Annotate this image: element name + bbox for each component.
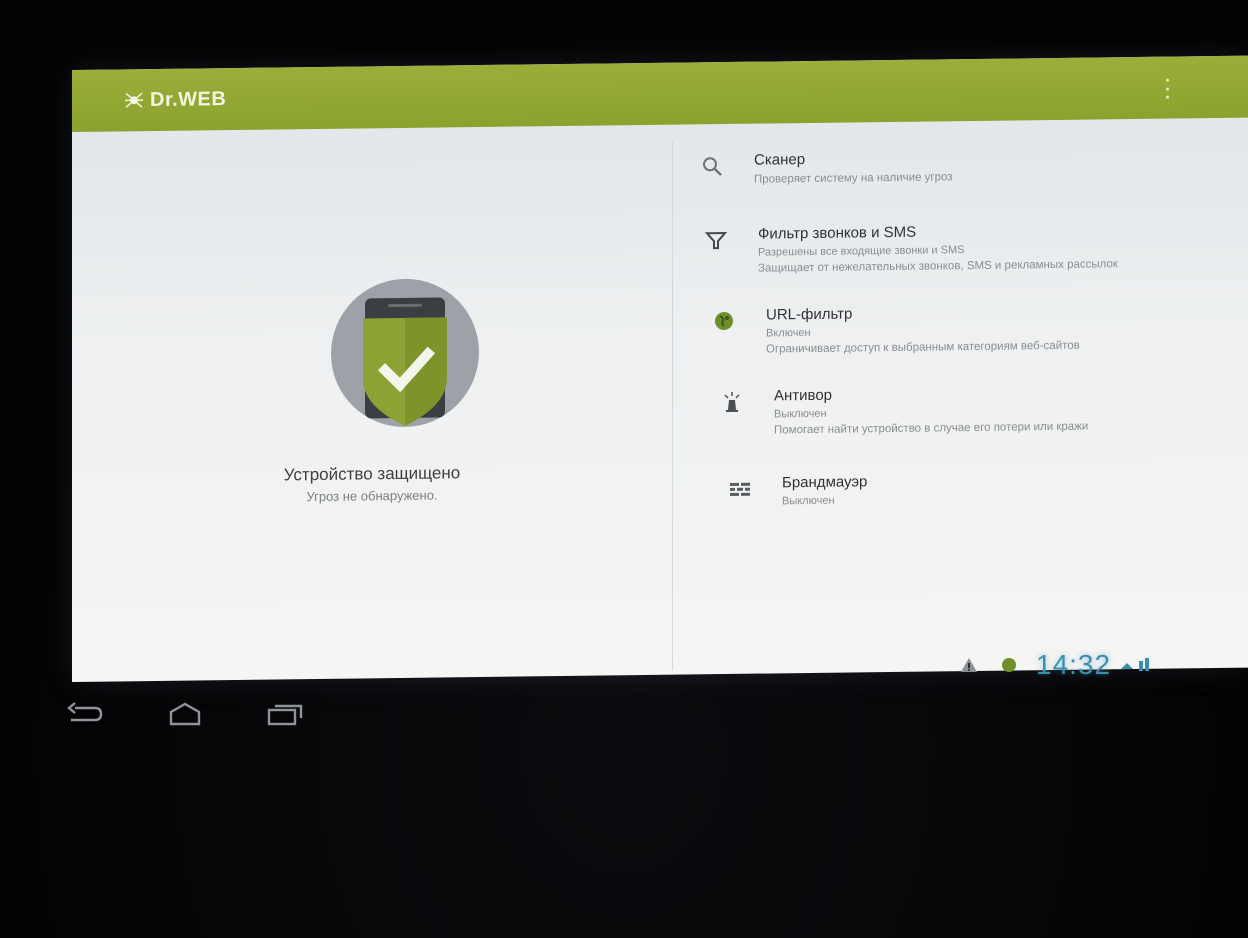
drweb-notification-icon[interactable] <box>1000 656 1018 674</box>
feature-name: Фильтр звонков и SMS <box>758 223 917 243</box>
app-logo: Dr.WEB <box>124 88 226 112</box>
app-logo-text: Dr.WEB <box>150 87 227 111</box>
feature-item-anti-theft[interactable]: Антивор Выключен Помогает найти устройст… <box>682 382 1242 440</box>
warning-notification-icon[interactable] <box>960 657 978 673</box>
feature-item-firewall[interactable]: Брандмауэр Выключен <box>682 469 1242 512</box>
feature-item-call-sms-filter[interactable]: Фильтр звонков и SMS Разрешены все входя… <box>682 220 1242 278</box>
app-bar: Dr.WEB <box>72 55 1248 133</box>
status-subtitle: Угроз не обнаружено. <box>306 487 438 505</box>
feature-description: Проверяет систему на наличие угроз <box>754 171 953 186</box>
recent-apps-button[interactable] <box>260 696 310 732</box>
feature-state: Выключен <box>782 494 835 508</box>
feature-name: Антивор <box>774 386 833 405</box>
beacon-icon <box>724 391 740 413</box>
feature-name: Сканер <box>754 151 806 169</box>
brick-wall-icon <box>730 482 750 496</box>
feature-name: Брандмауэр <box>782 473 868 492</box>
feature-item-url-filter[interactable]: URL-фильтр Включен Ограничивает доступ к… <box>682 301 1242 359</box>
system-status-bar: 14:32 <box>960 648 1248 682</box>
status-title: Устройство защищено <box>283 463 461 485</box>
globe-icon <box>715 312 733 331</box>
feature-description: Защищает от нежелательных звонков, SMS и… <box>758 258 1118 275</box>
wifi-signal-icon <box>1121 658 1150 671</box>
feature-item-scanner[interactable]: Сканер Проверяет систему на наличие угро… <box>682 146 1242 189</box>
protected-shield-icon <box>331 278 479 427</box>
photo-background: Dr.WEB Устройство защищено Угроз не обна… <box>0 0 1248 938</box>
system-navigation-bar <box>60 690 380 738</box>
back-button[interactable] <box>60 696 110 732</box>
protection-status-pane: Устройство защищено Угроз не обнаружено. <box>72 125 672 682</box>
feature-description: Ограничивает доступ к выбранным категори… <box>766 339 1080 356</box>
home-button[interactable] <box>160 696 210 732</box>
home-icon <box>169 702 201 726</box>
funnel-icon <box>704 231 728 250</box>
tablet-screen: Dr.WEB Устройство защищено Угроз не обна… <box>72 55 1248 683</box>
feature-description: Помогает найти устройство в случае его п… <box>774 420 1089 437</box>
back-arrow-icon <box>67 702 103 722</box>
recent-apps-icon <box>267 704 303 726</box>
feature-name: URL-фильтр <box>766 305 853 324</box>
search-icon <box>703 157 722 176</box>
pane-divider <box>672 140 673 671</box>
overflow-menu-icon[interactable] <box>1164 78 1170 99</box>
system-clock: 14:32 <box>1036 649 1112 680</box>
spider-logo-icon <box>125 92 143 108</box>
feature-list: Сканер Проверяет систему на наличие угро… <box>682 146 1242 512</box>
